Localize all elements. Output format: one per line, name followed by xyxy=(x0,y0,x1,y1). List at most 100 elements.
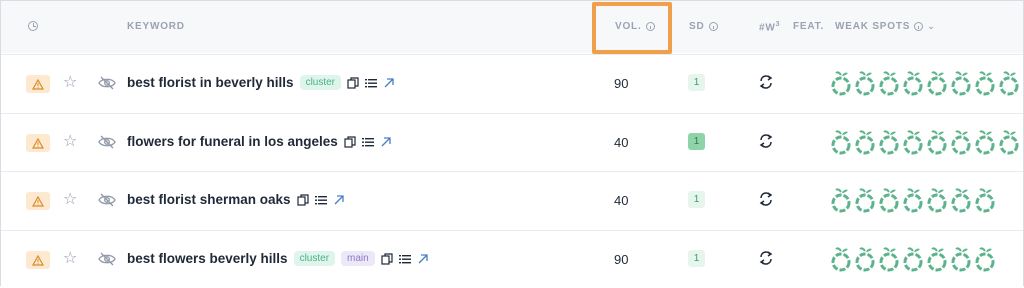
weak-spot-icon[interactable] xyxy=(830,245,852,273)
weak-spot-icon[interactable] xyxy=(878,245,900,273)
header-w-sup: 3 xyxy=(775,21,781,28)
tag-main[interactable]: main xyxy=(341,251,375,266)
tag-cluster[interactable]: cluster xyxy=(293,251,336,266)
info-icon[interactable] xyxy=(708,22,718,31)
weak-spot-icon[interactable] xyxy=(854,186,876,214)
weak-spot-icon[interactable] xyxy=(902,128,924,156)
star-icon[interactable]: ☆ xyxy=(63,131,77,151)
refresh-icon[interactable] xyxy=(758,250,774,266)
external-link-icon[interactable] xyxy=(417,253,429,265)
header-sd-label: SD xyxy=(689,21,705,32)
weak-spots-cell xyxy=(830,245,996,273)
warning-icon[interactable] xyxy=(26,75,50,93)
list-icon[interactable] xyxy=(361,136,374,148)
warning-icon[interactable] xyxy=(26,192,50,210)
header-feat[interactable]: FEAT. xyxy=(793,21,824,32)
weak-spot-icon[interactable] xyxy=(926,69,948,97)
sd-badge: 1 xyxy=(688,74,705,91)
sd-badge: 1 xyxy=(688,133,705,150)
tag-cluster[interactable]: cluster xyxy=(299,75,342,90)
header-keyword[interactable]: KEYWORD xyxy=(127,21,185,32)
weak-spot-icon[interactable] xyxy=(974,69,996,97)
refresh-icon[interactable] xyxy=(758,133,774,149)
clock-icon[interactable] xyxy=(28,21,38,31)
weak-spot-icon[interactable] xyxy=(830,128,852,156)
keyword-text[interactable]: flowers for funeral in los angeles xyxy=(127,134,338,149)
weak-spot-icon[interactable] xyxy=(926,245,948,273)
sd-badge: 1 xyxy=(688,191,705,208)
weak-spot-icon[interactable] xyxy=(854,128,876,156)
header-feat-label: FEAT. xyxy=(793,21,825,32)
copy-icon[interactable] xyxy=(347,76,359,89)
copy-icon[interactable] xyxy=(381,252,393,265)
refresh-icon[interactable] xyxy=(758,191,774,207)
weak-spot-icon[interactable] xyxy=(854,69,876,97)
weak-spot-icon[interactable] xyxy=(950,69,972,97)
info-icon[interactable] xyxy=(914,22,924,31)
volume-value: 90 xyxy=(614,252,629,267)
table-row[interactable]: ☆ flowers for funeral in los angeles 40 … xyxy=(1,113,1023,171)
list-icon[interactable] xyxy=(398,253,411,265)
weak-spot-icon[interactable] xyxy=(878,69,900,97)
weak-spots-cell xyxy=(830,69,1020,97)
keyword-cell: best flowers beverly hills cluster main xyxy=(127,251,429,266)
weak-spot-icon[interactable] xyxy=(974,186,996,214)
weak-spot-icon[interactable] xyxy=(950,245,972,273)
eye-off-icon[interactable] xyxy=(98,193,116,207)
keyword-text[interactable]: best florist sherman oaks xyxy=(127,192,291,207)
weak-spot-icon[interactable] xyxy=(830,186,852,214)
chevron-down-icon[interactable]: ⌄ xyxy=(927,21,935,32)
weak-spot-icon[interactable] xyxy=(926,186,948,214)
table-row[interactable]: ☆ best florist sherman oaks 40 1 xyxy=(1,171,1023,229)
volume-value: 90 xyxy=(614,76,629,91)
weak-spot-icon[interactable] xyxy=(998,128,1020,156)
header-w[interactable]: #W3 xyxy=(759,21,780,33)
sd-badge: 1 xyxy=(688,250,705,267)
refresh-icon[interactable] xyxy=(758,74,774,90)
weak-spot-icon[interactable] xyxy=(902,186,924,214)
keyword-text[interactable]: best flowers beverly hills xyxy=(127,251,288,266)
copy-icon[interactable] xyxy=(296,193,309,206)
weak-spot-icon[interactable] xyxy=(878,186,900,214)
warning-icon[interactable] xyxy=(26,134,50,152)
external-link-icon[interactable] xyxy=(383,77,395,89)
header-weak-spots[interactable]: WEAK SPOTS ⌄ xyxy=(835,21,936,32)
weak-spot-icon[interactable] xyxy=(926,128,948,156)
copy-icon[interactable] xyxy=(344,135,356,148)
header-keyword-label: KEYWORD xyxy=(127,21,185,32)
weak-spot-icon[interactable] xyxy=(902,245,924,273)
keyword-cell: best florist sherman oaks xyxy=(127,192,345,207)
weak-spot-icon[interactable] xyxy=(974,245,996,273)
header-w-text: #W xyxy=(759,22,776,34)
list-icon[interactable] xyxy=(314,194,327,206)
external-link-icon[interactable] xyxy=(380,136,392,148)
eye-off-icon[interactable] xyxy=(98,76,116,90)
volume-value: 40 xyxy=(614,135,629,150)
keyword-text[interactable]: best florist in beverly hills xyxy=(127,75,294,90)
weak-spot-icon[interactable] xyxy=(950,128,972,156)
weak-spot-icon[interactable] xyxy=(974,128,996,156)
star-icon[interactable]: ☆ xyxy=(63,189,77,209)
table-row[interactable]: ☆ best florist in beverly hills cluster … xyxy=(1,54,1023,112)
eye-off-icon[interactable] xyxy=(98,252,116,266)
volume-value: 40 xyxy=(614,193,629,208)
header-sd[interactable]: SD xyxy=(689,21,718,32)
weak-spot-icon[interactable] xyxy=(854,245,876,273)
star-icon[interactable]: ☆ xyxy=(63,248,77,268)
list-icon[interactable] xyxy=(365,77,378,89)
eye-off-icon[interactable] xyxy=(98,135,116,149)
warning-icon[interactable] xyxy=(26,251,50,269)
weak-spot-icon[interactable] xyxy=(878,128,900,156)
table-header: KEYWORD VOL. SD #W3 FEAT. WEAK SPOTS ⌄ xyxy=(1,1,1023,54)
weak-spots-cell xyxy=(830,186,996,214)
weak-spot-icon[interactable] xyxy=(950,186,972,214)
weak-spot-icon[interactable] xyxy=(830,69,852,97)
keyword-table: KEYWORD VOL. SD #W3 FEAT. WEAK SPOTS ⌄ ☆ xyxy=(0,0,1024,288)
external-link-icon[interactable] xyxy=(333,194,345,206)
table-row[interactable]: ☆ best flowers beverly hills cluster main… xyxy=(1,230,1023,288)
weak-spot-icon[interactable] xyxy=(902,69,924,97)
weak-spot-icon[interactable] xyxy=(998,69,1020,97)
vol-highlight-box xyxy=(592,2,672,54)
star-icon[interactable]: ☆ xyxy=(63,72,77,92)
weak-spots-cell xyxy=(830,128,1020,156)
